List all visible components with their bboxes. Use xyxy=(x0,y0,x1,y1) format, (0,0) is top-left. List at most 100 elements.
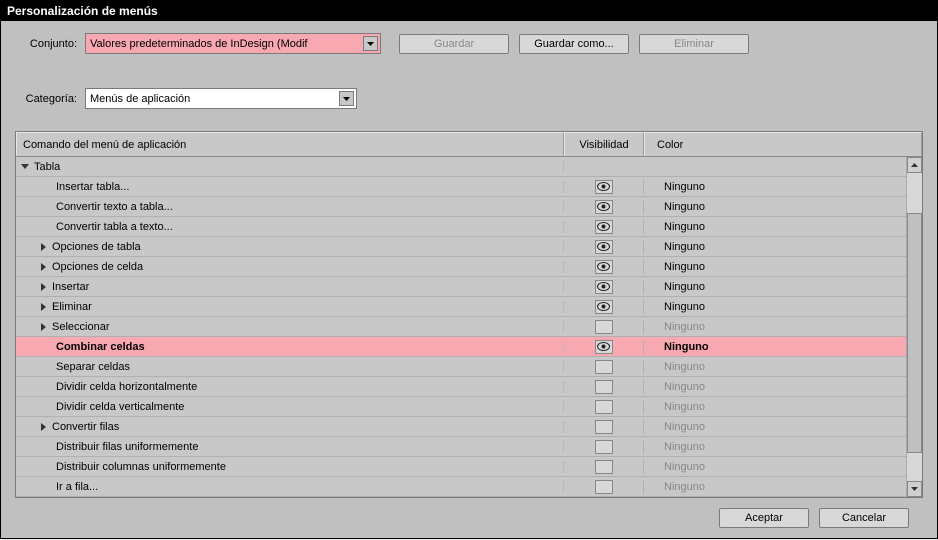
visibility-on-icon[interactable] xyxy=(595,240,613,254)
table-row[interactable]: Tabla xyxy=(16,157,906,177)
cell-visibilidad xyxy=(564,400,644,414)
tree-collapsed-icon[interactable] xyxy=(38,302,48,312)
cell-color[interactable]: Ninguno xyxy=(644,401,906,413)
guardar-como-button[interactable]: Guardar como... xyxy=(519,34,629,54)
cell-color[interactable]: Ninguno xyxy=(644,221,906,233)
scroll-track[interactable] xyxy=(907,173,922,481)
header-visibilidad[interactable]: Visibilidad xyxy=(564,132,644,156)
table-row[interactable]: Convertir texto a tabla... Ninguno xyxy=(16,197,906,217)
table-row[interactable]: Dividir celda horizontalmente Ninguno xyxy=(16,377,906,397)
menu-table: Comando del menú de aplicación Visibilid… xyxy=(15,131,923,498)
row-label: Dividir celda horizontalmente xyxy=(56,381,197,393)
cell-color[interactable]: Ninguno xyxy=(644,461,906,473)
header-color[interactable]: Color xyxy=(644,132,922,156)
row-label: Ir a fila... xyxy=(56,481,98,493)
row-label: Convertir tabla a texto... xyxy=(56,221,173,233)
dialog-footer: Aceptar Cancelar xyxy=(15,506,923,532)
visibility-off-icon[interactable] xyxy=(595,460,613,474)
categoria-value: Menús de aplicación xyxy=(90,93,352,105)
visibility-on-icon[interactable] xyxy=(595,300,613,314)
scroll-down-icon[interactable] xyxy=(907,481,922,497)
cell-comando: Tabla xyxy=(16,161,564,173)
cell-comando: Ir a fila... xyxy=(16,481,564,493)
row-label: Dividir celda verticalmente xyxy=(56,401,184,413)
titlebar: Personalización de menús xyxy=(1,1,937,21)
cell-visibilidad xyxy=(564,360,644,374)
row-label: Convertir filas xyxy=(52,421,119,433)
conjunto-select[interactable]: Valores predeterminados de InDesign (Mod… xyxy=(85,33,381,54)
table-row[interactable]: Convertir filas Ninguno xyxy=(16,417,906,437)
visibility-off-icon[interactable] xyxy=(595,320,613,334)
visibility-off-icon[interactable] xyxy=(595,380,613,394)
chevron-down-icon[interactable] xyxy=(339,91,354,106)
visibility-on-icon[interactable] xyxy=(595,280,613,294)
visibility-on-icon[interactable] xyxy=(595,180,613,194)
tree-collapsed-icon[interactable] xyxy=(38,262,48,272)
table-row[interactable]: EliminarNinguno xyxy=(16,297,906,317)
row-label: Opciones de celda xyxy=(52,261,143,273)
aceptar-button[interactable]: Aceptar xyxy=(719,508,809,528)
cancelar-button[interactable]: Cancelar xyxy=(819,508,909,528)
cell-visibilidad xyxy=(564,460,644,474)
conjunto-label: Conjunto: xyxy=(15,38,85,50)
cell-color[interactable]: Ninguno xyxy=(644,481,906,493)
table-row[interactable]: Combinar celdasNinguno xyxy=(16,337,906,357)
cell-color[interactable]: Ninguno xyxy=(644,181,906,193)
cell-comando: Insertar tabla... xyxy=(16,181,564,193)
cell-color[interactable]: Ninguno xyxy=(644,201,906,213)
row-label: Insertar tabla... xyxy=(56,181,129,193)
tree-collapsed-icon[interactable] xyxy=(38,282,48,292)
table-row[interactable]: InsertarNinguno xyxy=(16,277,906,297)
scroll-up-icon[interactable] xyxy=(907,157,922,173)
table-row[interactable]: Dividir celda verticalmente Ninguno xyxy=(16,397,906,417)
cell-color[interactable]: Ninguno xyxy=(644,381,906,393)
categoria-select[interactable]: Menús de aplicación xyxy=(85,88,357,109)
cell-visibilidad xyxy=(564,320,644,334)
cell-color[interactable]: Ninguno xyxy=(644,321,906,333)
cell-color[interactable]: Ninguno xyxy=(644,441,906,453)
cell-color[interactable]: Ninguno xyxy=(644,261,906,273)
cell-color[interactable]: Ninguno xyxy=(644,301,906,313)
table-row[interactable]: Convertir tabla a texto... Ninguno xyxy=(16,217,906,237)
tree-collapsed-icon[interactable] xyxy=(38,242,48,252)
header-comando[interactable]: Comando del menú de aplicación xyxy=(16,132,564,156)
table-row[interactable]: Opciones de celda Ninguno xyxy=(16,257,906,277)
visibility-on-icon[interactable] xyxy=(595,340,613,354)
cell-visibilidad xyxy=(564,300,644,314)
table-row[interactable]: Opciones de tabla Ninguno xyxy=(16,237,906,257)
cell-color[interactable]: Ninguno xyxy=(644,341,906,353)
row-label: Distribuir filas uniformemente xyxy=(56,441,198,453)
cell-visibilidad xyxy=(564,280,644,294)
visibility-off-icon[interactable] xyxy=(595,480,613,494)
row-label: Opciones de tabla xyxy=(52,241,141,253)
row-label: Separar celdas xyxy=(56,361,130,373)
visibility-on-icon[interactable] xyxy=(595,200,613,214)
categoria-row: Categoría: Menús de aplicación xyxy=(15,88,923,109)
table-row[interactable]: SeleccionarNinguno xyxy=(16,317,906,337)
scroll-thumb[interactable] xyxy=(907,213,922,453)
guardar-button: Guardar xyxy=(399,34,509,54)
table-row[interactable]: Distribuir filas uniformemente Ninguno xyxy=(16,437,906,457)
visibility-off-icon[interactable] xyxy=(595,400,613,414)
table-row[interactable]: Ir a fila... Ninguno xyxy=(16,477,906,497)
table-row[interactable]: Distribuir columnas uniformementeNinguno xyxy=(16,457,906,477)
cell-color[interactable]: Ninguno xyxy=(644,281,906,293)
vertical-scrollbar[interactable] xyxy=(906,157,922,497)
visibility-on-icon[interactable] xyxy=(595,220,613,234)
cell-color[interactable]: Ninguno xyxy=(644,361,906,373)
cell-color[interactable]: Ninguno xyxy=(644,241,906,253)
cell-visibilidad xyxy=(564,380,644,394)
chevron-down-icon[interactable] xyxy=(363,36,378,51)
tree-expanded-icon[interactable] xyxy=(20,162,30,172)
row-label: Convertir texto a tabla... xyxy=(56,201,173,213)
visibility-on-icon[interactable] xyxy=(595,260,613,274)
visibility-off-icon[interactable] xyxy=(595,360,613,374)
tree-collapsed-icon[interactable] xyxy=(38,422,48,432)
table-row[interactable]: Separar celdas Ninguno xyxy=(16,357,906,377)
table-row[interactable]: Insertar tabla... Ninguno xyxy=(16,177,906,197)
tree-collapsed-icon[interactable] xyxy=(38,322,48,332)
visibility-off-icon[interactable] xyxy=(595,420,613,434)
cell-visibilidad xyxy=(564,440,644,454)
cell-color[interactable]: Ninguno xyxy=(644,421,906,433)
visibility-off-icon[interactable] xyxy=(595,440,613,454)
